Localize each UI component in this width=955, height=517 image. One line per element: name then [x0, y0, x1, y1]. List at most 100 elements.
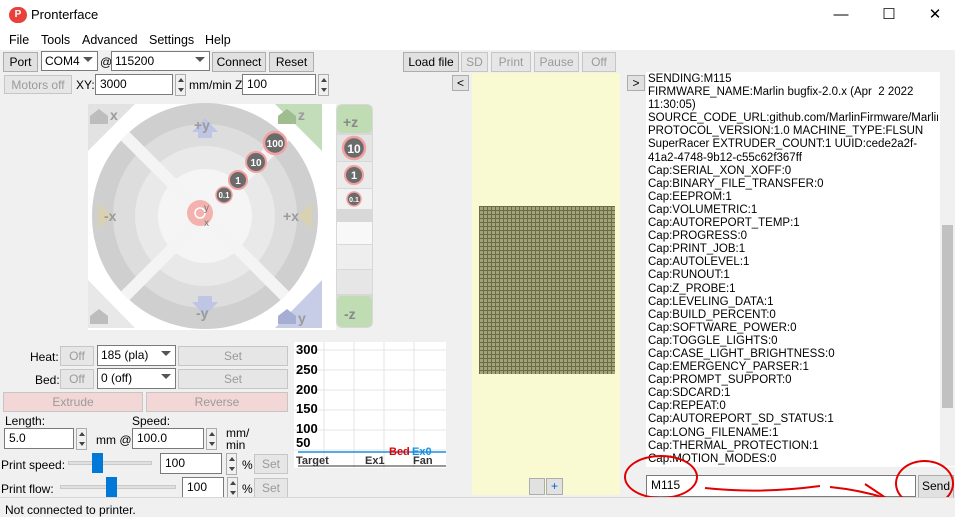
status-bar	[0, 497, 955, 515]
print-speed-set-button[interactable]: Set	[254, 454, 288, 474]
menu-file[interactable]: File	[9, 33, 29, 47]
print-flow-slider[interactable]	[106, 477, 117, 497]
menu-tools[interactable]: Tools	[41, 33, 70, 47]
reset-button[interactable]: Reset	[269, 52, 314, 72]
legend-fan: Fan	[413, 455, 433, 467]
console-line: Cap:TOGGLE_LIGHTS:0	[648, 335, 938, 348]
length-label: Length:	[5, 414, 45, 428]
layer-minus-button[interactable]	[529, 478, 545, 495]
console-line: Cap:BUILD_PERCENT:0	[648, 309, 938, 322]
tick-300: 300	[296, 342, 318, 357]
print-speed-label: Print speed:	[1, 458, 65, 472]
port-select[interactable]: COM4	[41, 51, 98, 71]
heat-set-button[interactable]: Set	[178, 346, 288, 366]
console-line: Cap:REPEAT:0	[648, 400, 938, 413]
step-label-10: 10	[250, 158, 262, 169]
maximize-button[interactable]: ☐	[866, 0, 912, 30]
bed-set-button[interactable]: Set	[178, 369, 288, 389]
home-x-label: x	[110, 107, 118, 123]
z-feed-spinner[interactable]	[318, 74, 329, 96]
sd-button[interactable]: SD	[461, 52, 488, 72]
print-flow-track[interactable]	[60, 485, 176, 489]
print-speed-track[interactable]	[68, 461, 152, 465]
window-title: Pronterface	[31, 7, 98, 22]
z-step-neg-10[interactable]	[337, 270, 372, 294]
tick-150: 150	[296, 401, 318, 416]
home-z-label: z	[298, 107, 305, 123]
print-flow-input[interactable]: 100	[182, 477, 224, 498]
heat-off-button[interactable]: Off	[60, 346, 94, 366]
motors-off-button[interactable]: Motors off	[4, 75, 72, 94]
console-line: Cap:PRINT_JOB:1	[648, 243, 938, 256]
print-flow-pct: %	[242, 482, 253, 496]
print-flow-set-button[interactable]: Set	[254, 478, 288, 498]
speed-spinner[interactable]	[206, 428, 217, 450]
bed-off-button[interactable]: Off	[60, 369, 94, 389]
console-line: Cap:RUNOUT:1	[648, 269, 938, 282]
console-line: Cap:AUTOLEVEL:1	[648, 256, 938, 269]
z-step-neg-1[interactable]	[337, 245, 372, 269]
extrude-button[interactable]: Extrude	[3, 392, 143, 412]
xy-jog-control[interactable]: x z y +y -y -x +x 100 10 1 0.1 y x +z 10…	[80, 102, 380, 332]
pause-button[interactable]: Pause	[534, 52, 579, 72]
tick-50: 50	[296, 435, 310, 450]
print-speed-input[interactable]: 100	[160, 453, 222, 474]
baud-select[interactable]: 115200	[111, 51, 210, 71]
tick-200: 200	[296, 382, 318, 397]
reverse-button[interactable]: Reverse	[146, 392, 288, 412]
minimize-button[interactable]: —	[818, 0, 864, 30]
collapse-right-button[interactable]: >	[627, 75, 645, 91]
print-speed-slider[interactable]	[92, 453, 103, 473]
home-y-label: y	[298, 310, 306, 326]
length-input[interactable]: 5.0	[4, 428, 74, 449]
print-speed-pct: %	[242, 458, 253, 472]
z-step-neg-01[interactable]	[337, 222, 372, 244]
menu-help[interactable]: Help	[205, 33, 231, 47]
menu-advanced[interactable]: Advanced	[82, 33, 138, 47]
layer-plus-button[interactable]: +	[546, 478, 563, 495]
jog-center[interactable]	[187, 200, 213, 226]
app-icon: P	[9, 7, 27, 23]
console-scrollbar-thumb[interactable]	[942, 225, 953, 408]
off-button[interactable]: Off	[582, 52, 616, 72]
heat-label: Heat:	[30, 350, 59, 364]
console-line: Cap:Z_PROBE:1	[648, 283, 938, 296]
print-speed-spinner[interactable]	[226, 453, 237, 475]
close-button[interactable]: ✕	[912, 0, 955, 30]
console-line: Cap:LEVELING_DATA:1	[648, 296, 938, 309]
console-line: Cap:SOFTWARE_POWER:0	[648, 322, 938, 335]
collapse-left-button[interactable]: <	[452, 75, 469, 91]
temperature-graph: 300 250 200 150 100 50 Bed Ex0 Target Ex…	[294, 342, 446, 468]
console-log[interactable]: SENDING:M115FIRMWARE_NAME:Marlin bugfix-…	[648, 73, 938, 466]
console-line: Cap:THERMAL_PROTECTION:1	[648, 440, 938, 453]
xy-feed-input[interactable]: 3000	[95, 74, 173, 95]
speed-input[interactable]: 100.0	[132, 428, 204, 449]
connect-button[interactable]: Connect	[212, 52, 266, 72]
xy-feed-spinner[interactable]	[175, 74, 186, 96]
z-feed-input[interactable]: 100	[242, 74, 316, 95]
title-bar	[0, 0, 955, 30]
step-label-1: 1	[235, 176, 241, 187]
heat-select[interactable]: 185 (pla)	[97, 345, 176, 366]
menu-settings[interactable]: Settings	[149, 33, 194, 47]
print-button[interactable]: Print	[491, 52, 531, 72]
minus-x-label: -x	[104, 208, 117, 224]
bed-grid	[479, 206, 615, 374]
length-spinner[interactable]	[76, 428, 87, 450]
plus-x-label: +x	[283, 208, 299, 224]
print-flow-spinner[interactable]	[227, 477, 238, 499]
tick-250: 250	[296, 362, 318, 377]
plus-y-label: +y	[194, 117, 210, 133]
load-file-button[interactable]: Load file	[403, 52, 459, 72]
tick-100: 100	[296, 421, 318, 436]
console-line: Cap:PROMPT_SUPPORT:0	[648, 374, 938, 387]
minus-y-label: -y	[196, 305, 209, 321]
console-line: Cap:AUTOREPORT_TEMP:1	[648, 217, 938, 230]
center-x-label: x	[204, 218, 209, 229]
mm-min-label: mm/ min	[226, 427, 249, 451]
minus-z-label: -z	[344, 306, 356, 322]
bed-select[interactable]: 0 (off)	[97, 368, 176, 389]
step-label-100: 100	[267, 139, 284, 150]
port-button[interactable]: Port	[3, 52, 38, 72]
console-line: Cap:BINARY_FILE_TRANSFER:0	[648, 178, 938, 191]
